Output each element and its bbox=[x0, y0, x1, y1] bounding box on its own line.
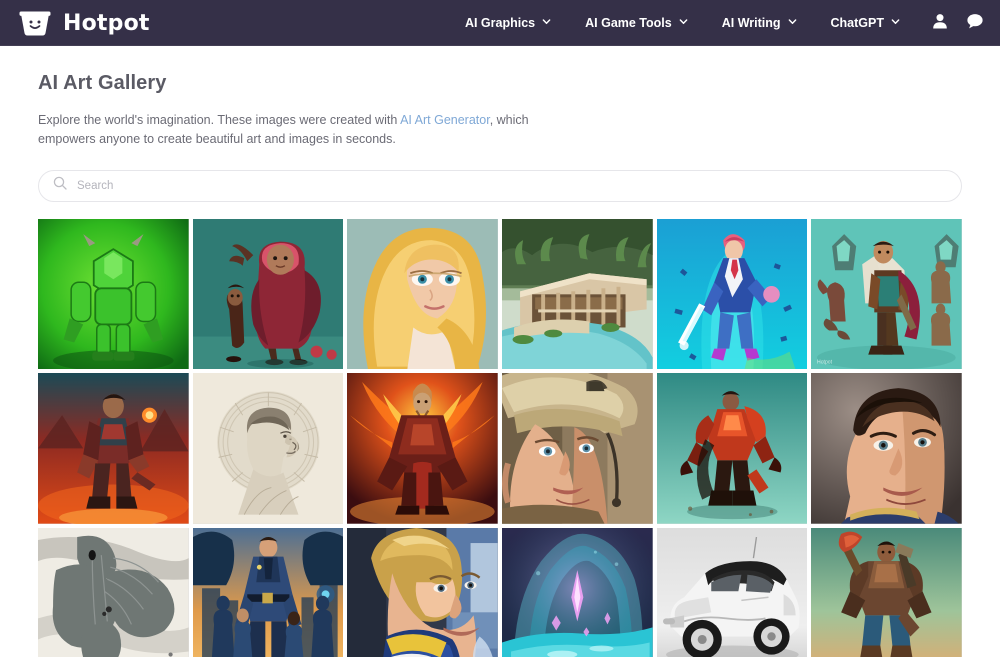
gallery-tile[interactable] bbox=[347, 219, 498, 370]
page-description: Explore the world's imagination. These i… bbox=[38, 111, 568, 150]
top-navigation-bar: Hotpot AI Graphics AI Game Tools AI Writ… bbox=[0, 0, 1000, 46]
nav-item-label: AI Graphics bbox=[465, 16, 535, 30]
gallery-tile[interactable] bbox=[502, 528, 653, 657]
gallery-tile[interactable] bbox=[38, 219, 189, 370]
ai-art-generator-link[interactable]: AI Art Generator bbox=[400, 113, 490, 127]
nav-item-label: ChatGPT bbox=[831, 16, 884, 30]
search-icon bbox=[53, 176, 77, 195]
nav-item-ai-game-tools[interactable]: AI Game Tools bbox=[568, 8, 705, 38]
gallery-tile[interactable] bbox=[193, 219, 344, 370]
nav-item-label: AI Writing bbox=[722, 16, 781, 30]
svg-text:Hotpot: Hotpot bbox=[817, 359, 833, 365]
gallery-tile[interactable] bbox=[347, 528, 498, 657]
gallery-tile[interactable] bbox=[38, 528, 189, 657]
chevron-down-icon bbox=[542, 16, 551, 30]
nav-item-ai-graphics[interactable]: AI Graphics bbox=[448, 8, 568, 38]
nav-item-label: AI Game Tools bbox=[585, 16, 672, 30]
nav-icon-group bbox=[931, 12, 984, 35]
gallery-tile[interactable] bbox=[657, 219, 808, 370]
user-icon[interactable] bbox=[931, 12, 949, 35]
gallery-tile[interactable] bbox=[347, 373, 498, 524]
gallery-tile[interactable] bbox=[193, 373, 344, 524]
search-input[interactable] bbox=[77, 180, 947, 192]
gallery-tile[interactable] bbox=[502, 373, 653, 524]
page-content: AI Art Gallery Explore the world's imagi… bbox=[0, 46, 1000, 657]
chat-bubble-icon[interactable] bbox=[966, 12, 984, 35]
hotpot-smiley-logo-icon bbox=[18, 9, 52, 37]
page-title: AI Art Gallery bbox=[38, 72, 962, 95]
chevron-down-icon bbox=[679, 16, 688, 30]
brand-name: Hotpot bbox=[63, 11, 150, 36]
gallery-tile[interactable] bbox=[811, 528, 962, 657]
page-description-part1: Explore the world's imagination. These i… bbox=[38, 113, 400, 127]
gallery-tile[interactable] bbox=[38, 373, 189, 524]
nav-menu: AI Graphics AI Game Tools AI Writing Cha… bbox=[448, 8, 984, 38]
gallery-tile[interactable]: Hotpot bbox=[811, 219, 962, 370]
chevron-down-icon bbox=[891, 16, 900, 30]
gallery-tile[interactable] bbox=[502, 219, 653, 370]
search-bar[interactable] bbox=[38, 170, 962, 202]
gallery-tile[interactable] bbox=[657, 373, 808, 524]
brand[interactable]: Hotpot bbox=[18, 9, 150, 37]
chevron-down-icon bbox=[788, 16, 797, 30]
gallery-tile[interactable] bbox=[193, 528, 344, 657]
image-gallery-grid: Hotpot bbox=[38, 219, 962, 657]
nav-item-chatgpt[interactable]: ChatGPT bbox=[814, 8, 917, 38]
nav-item-ai-writing[interactable]: AI Writing bbox=[705, 8, 814, 38]
gallery-tile[interactable] bbox=[811, 373, 962, 524]
gallery-tile[interactable] bbox=[657, 528, 808, 657]
